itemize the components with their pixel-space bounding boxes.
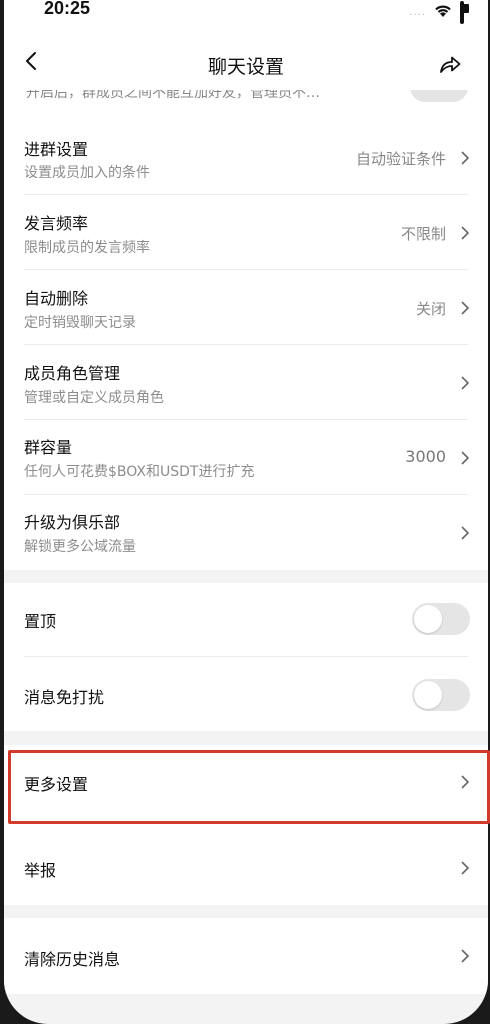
toggle-label: 置顶 bbox=[24, 612, 57, 631]
setting-title: 自动删除 bbox=[24, 289, 89, 308]
setting-row-capacity[interactable]: 群容量 任何人可花费$BOX和USDT进行扩充 3000 bbox=[4, 420, 488, 495]
chevron-right-icon bbox=[461, 949, 470, 963]
partial-row-text: 开启后，群成员之间不能互加好友，管理员不… bbox=[26, 90, 320, 101]
chevron-right-icon bbox=[461, 861, 470, 875]
status-icons: .... bbox=[409, 1, 469, 24]
page-title: 聊天设置 bbox=[207, 56, 284, 78]
clear-group: 清除历史消息 bbox=[4, 918, 488, 994]
phone-screen: 20:25 .... 聊天设置 开启后，群成员之间不能互加好友，管理员不… 进群… bbox=[4, 0, 488, 1024]
pin-toggle[interactable] bbox=[412, 603, 470, 635]
toggle-row-mute: 消息免打扰 bbox=[4, 657, 488, 731]
toggle-row-pin: 置顶 bbox=[4, 583, 488, 657]
setting-row-join[interactable]: 进群设置 设置成员加入的条件 自动验证条件 bbox=[4, 120, 488, 195]
setting-title: 进群设置 bbox=[24, 140, 89, 159]
battery-icon bbox=[460, 1, 469, 24]
nav-bar: 聊天设置 bbox=[4, 24, 488, 90]
signal-dots: .... bbox=[409, 7, 426, 18]
chevron-right-icon bbox=[461, 226, 470, 240]
chevron-right-icon bbox=[461, 451, 470, 465]
status-time: 20:25 bbox=[44, 0, 91, 18]
chevron-right-icon bbox=[461, 775, 470, 789]
status-bar: 20:25 .... bbox=[4, 0, 488, 24]
setting-value: 关闭 bbox=[415, 300, 446, 318]
mute-toggle[interactable] bbox=[412, 679, 470, 711]
setting-value: 3000 bbox=[405, 447, 446, 466]
partial-setting-row: 开启后，群成员之间不能互加好友，管理员不… bbox=[4, 90, 488, 120]
toggle-group: 置顶 消息免打扰 bbox=[4, 583, 488, 731]
setting-row-frequency[interactable]: 发言频率 限制成员的发言频率 不限制 bbox=[4, 195, 488, 270]
report-label: 举报 bbox=[24, 861, 57, 880]
setting-row-upgrade-club[interactable]: 升级为俱乐部 解锁更多公域流量 bbox=[4, 495, 488, 570]
toggle-label: 消息免打扰 bbox=[24, 688, 105, 707]
setting-row-roles[interactable]: 成员角色管理 管理或自定义成员角色 bbox=[4, 345, 488, 420]
setting-row-auto-delete[interactable]: 自动删除 定时销毁聊天记录 关闭 bbox=[4, 270, 488, 345]
more-settings-label: 更多设置 bbox=[24, 775, 89, 794]
partial-toggle[interactable] bbox=[410, 90, 468, 102]
setting-title: 发言频率 bbox=[24, 214, 89, 233]
more-settings-row[interactable]: 更多设置 bbox=[4, 745, 488, 823]
setting-title: 成员角色管理 bbox=[24, 364, 121, 383]
clear-history-label: 清除历史消息 bbox=[24, 950, 121, 969]
setting-subtitle: 管理或自定义成员角色 bbox=[24, 390, 164, 406]
setting-value: 自动验证条件 bbox=[355, 150, 446, 168]
setting-value: 不限制 bbox=[400, 225, 446, 243]
report-row[interactable]: 举报 bbox=[4, 823, 488, 905]
setting-subtitle: 设置成员加入的条件 bbox=[24, 165, 150, 181]
setting-title: 升级为俱乐部 bbox=[24, 513, 121, 532]
setting-subtitle: 定时销毁聊天记录 bbox=[24, 315, 136, 331]
setting-title: 群容量 bbox=[24, 438, 73, 457]
chevron-right-icon bbox=[461, 151, 470, 165]
more-group: 更多设置 举报 bbox=[4, 745, 488, 905]
share-icon[interactable] bbox=[438, 52, 462, 76]
chevron-right-icon bbox=[461, 301, 470, 315]
chevron-right-icon bbox=[461, 376, 470, 390]
setting-subtitle: 解锁更多公域流量 bbox=[24, 539, 136, 555]
setting-subtitle: 限制成员的发言频率 bbox=[24, 240, 150, 256]
chevron-right-icon bbox=[461, 526, 470, 540]
clear-history-row[interactable]: 清除历史消息 bbox=[4, 918, 488, 994]
settings-group: 进群设置 设置成员加入的条件 自动验证条件 发言频率 限制成员的发言频率 不限制… bbox=[4, 120, 488, 570]
wifi-icon bbox=[434, 3, 452, 22]
setting-subtitle: 任何人可花费$BOX和USDT进行扩充 bbox=[24, 464, 255, 480]
